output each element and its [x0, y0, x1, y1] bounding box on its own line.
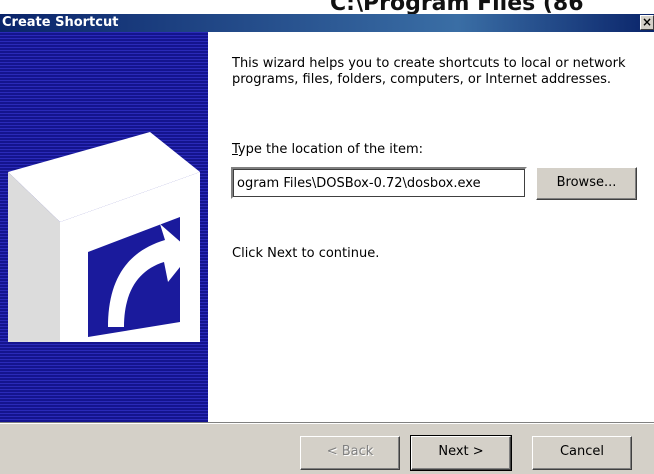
browse-button[interactable]: Browse...	[536, 167, 637, 200]
location-label: Type the location of the item:	[232, 142, 423, 157]
wizard-content: This wizard helps you to create shortcut…	[208, 32, 654, 422]
title-bar[interactable]: Create Shortcut ×	[0, 14, 654, 32]
next-button[interactable]: Next >	[410, 435, 512, 471]
close-button[interactable]: ×	[640, 15, 654, 30]
location-input[interactable]	[231, 167, 527, 199]
window-title: Create Shortcut	[2, 15, 119, 30]
cancel-button[interactable]: Cancel	[532, 436, 632, 470]
create-shortcut-dialog: Create Shortcut × This wizard helps you …	[0, 14, 654, 474]
continue-text: Click Next to continue.	[232, 246, 380, 261]
background-window-strip: C:\Program Files (86	[0, 0, 654, 14]
footer-separator	[0, 422, 654, 424]
shortcut-arrow-icon	[8, 132, 200, 342]
close-icon: ×	[641, 15, 653, 29]
background-window-title: C:\Program Files (86	[330, 0, 584, 14]
location-label-text: ype the location of the item:	[237, 142, 424, 157]
back-button[interactable]: < Back	[300, 436, 400, 470]
wizard-banner	[0, 32, 208, 422]
intro-text: This wizard helps you to create shortcut…	[232, 56, 626, 87]
